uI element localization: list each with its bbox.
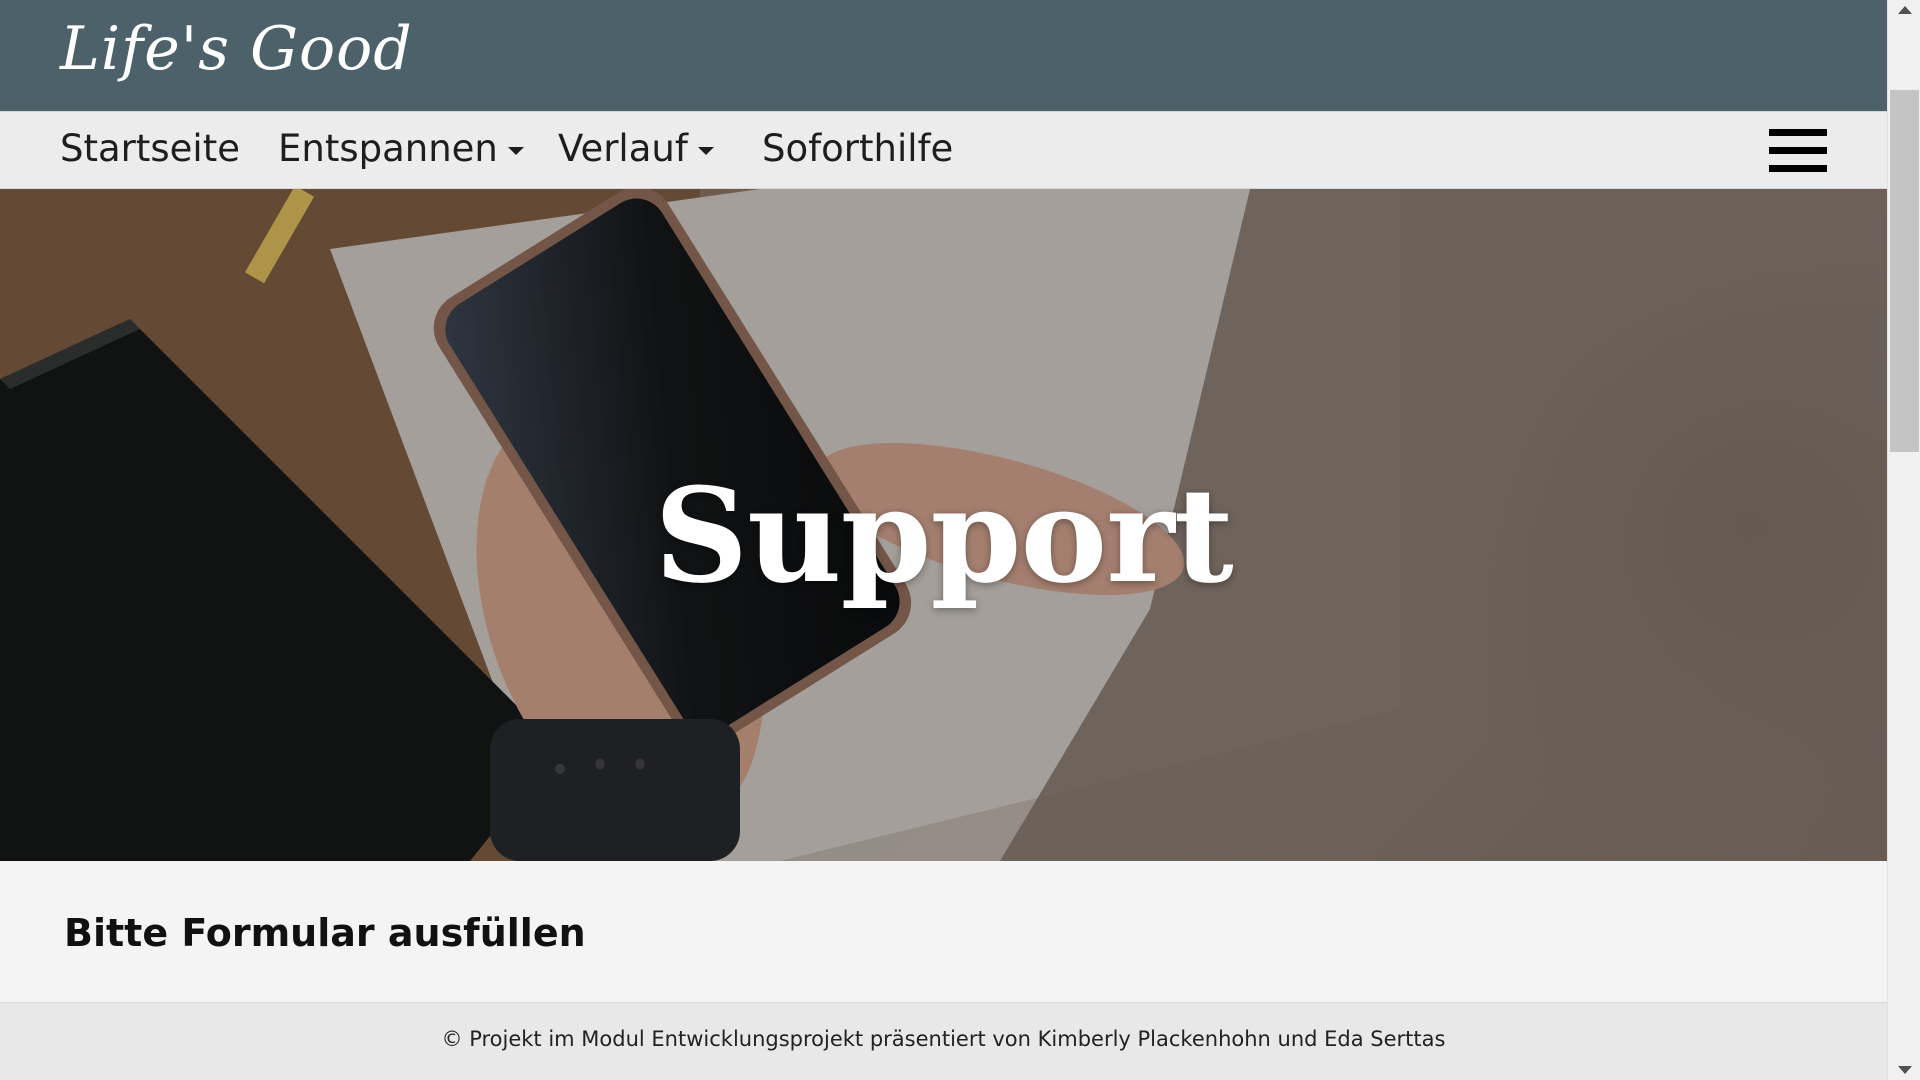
site-header: Life's Good (0, 0, 1887, 111)
hamburger-bar (1769, 147, 1827, 154)
scroll-up-arrow-icon[interactable] (1898, 6, 1912, 14)
nav-item-label: Verlauf (558, 127, 688, 170)
footer-copyright: © Projekt im Modul Entwicklungsprojekt p… (441, 1027, 1446, 1051)
caret-down-icon (697, 146, 714, 155)
nav-item-entspannen[interactable]: Entspannen (278, 127, 524, 170)
scroll-down-arrow-icon[interactable] (1898, 1066, 1912, 1074)
hamburger-menu-icon[interactable] (1769, 129, 1827, 173)
nav-item-label: Entspannen (278, 127, 498, 170)
form-heading: Bitte Formular ausfüllen (64, 911, 586, 955)
site-footer: © Projekt im Modul Entwicklungsprojekt p… (0, 1002, 1887, 1080)
scrollbar-thumb[interactable] (1890, 90, 1919, 452)
hero-title: Support (654, 459, 1233, 612)
vertical-scrollbar[interactable] (1887, 0, 1920, 1080)
hero-banner: Support (0, 189, 1887, 861)
main-nav: Startseite Entspannen Verlauf Soforthilf… (0, 111, 1887, 189)
site-logo[interactable]: Life's Good (60, 14, 413, 84)
caret-down-icon (507, 146, 524, 155)
nav-item-label: Startseite (60, 127, 240, 170)
main-content: Bitte Formular ausfüllen (0, 861, 1887, 1002)
nav-item-soforthilfe[interactable]: Soforthilfe (762, 127, 953, 170)
nav-item-label: Soforthilfe (762, 127, 954, 170)
page-viewport: Life's Good Startseite Entspannen Verlau… (0, 0, 1887, 1080)
hamburger-bar (1769, 129, 1827, 136)
nav-item-startseite[interactable]: Startseite (60, 127, 240, 170)
hamburger-bar (1769, 165, 1827, 172)
nav-item-verlauf[interactable]: Verlauf (558, 127, 714, 170)
